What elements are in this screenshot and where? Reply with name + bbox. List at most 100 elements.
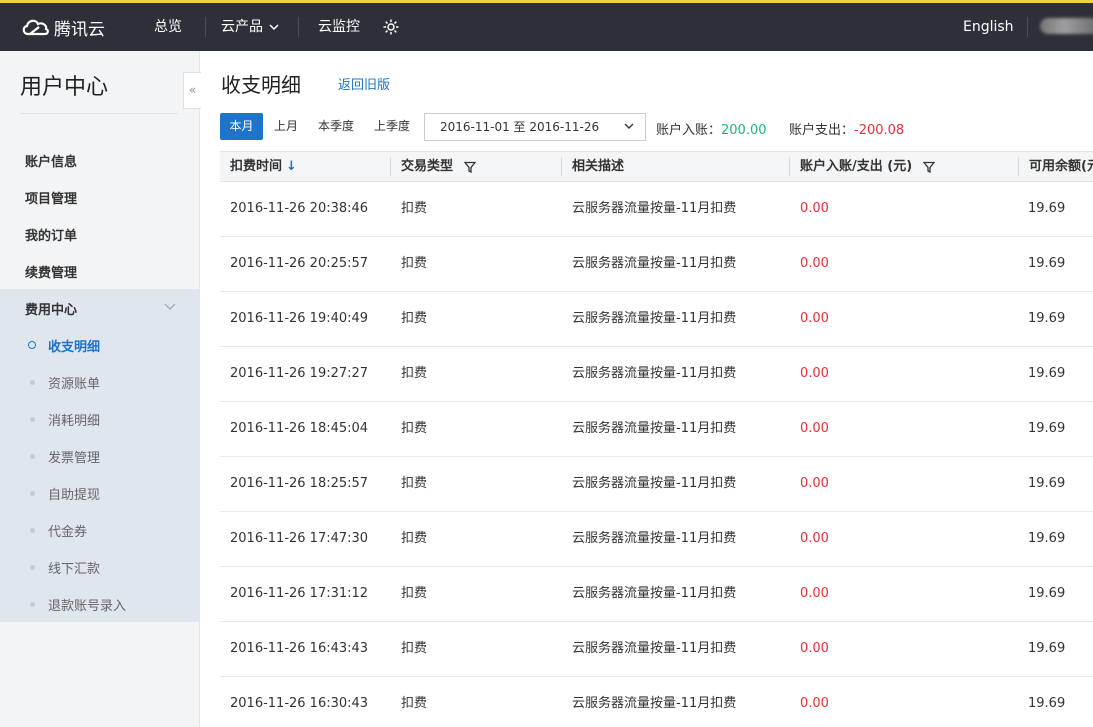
nav-monitor[interactable]: 云监控 (318, 3, 360, 51)
cell-amount: 0.00 (800, 696, 829, 711)
sidebar-collapse-button[interactable]: « (183, 72, 201, 109)
sidebar-item-invoice[interactable]: 发票管理 (48, 447, 100, 466)
table-row: 2016-11-26 17:47:30 扣费 云服务器流量按量-11月扣费 0.… (220, 512, 1093, 567)
table-row: 2016-11-26 19:40:49 扣费 云服务器流量按量-11月扣费 0.… (220, 292, 1093, 347)
sidebar-item-transactions[interactable]: 收支明细 (48, 336, 100, 355)
cell-amount: 0.00 (800, 586, 829, 601)
period-last-quarter-button[interactable]: 上季度 (369, 113, 415, 140)
cell-time: 2016-11-26 16:43:43 (230, 641, 369, 656)
sidebar-group-billing: 费用中心 收支明细 资源账单 消耗明细 发票管理 自助提现 代金券 线下汇款 退… (0, 289, 199, 622)
sidebar-item-offline-remittance[interactable]: 线下汇款 (48, 558, 100, 577)
cell-description: 云服务器流量按量-11月扣费 (572, 421, 737, 436)
nav-divider (1027, 17, 1028, 37)
income-value: 200.00 (721, 123, 767, 138)
top-nav-bar: 腾讯云 总览 云产品 云监控 English (0, 0, 1093, 51)
cell-amount: 0.00 (800, 476, 829, 491)
table-row: 2016-11-26 16:43:43 扣费 云服务器流量按量-11月扣费 0.… (220, 622, 1093, 677)
sidebar-item-consumption[interactable]: 消耗明细 (48, 410, 100, 429)
period-this-month-button[interactable]: 本月 (220, 113, 263, 140)
cell-time: 2016-11-26 17:47:30 (230, 531, 369, 546)
cell-time: 2016-11-26 20:38:46 (230, 201, 369, 216)
gear-icon[interactable] (382, 18, 400, 36)
nav-divider (298, 17, 299, 37)
filter-icon[interactable] (922, 161, 935, 173)
income-label: 账户入账： (656, 123, 722, 138)
nav-products[interactable]: 云产品 (221, 3, 279, 51)
cell-amount: 0.00 (800, 421, 829, 436)
column-header-time[interactable]: 扣费时间 ↓ (220, 152, 390, 181)
double-chevron-left-icon: « (188, 83, 197, 97)
cell-amount: 0.00 (800, 256, 829, 271)
cell-description: 云服务器流量按量-11月扣费 (572, 641, 737, 656)
cell-balance: 19.69 (1028, 531, 1066, 546)
column-header-description: 相关描述 (572, 159, 625, 174)
table-row: 2016-11-26 18:25:57 扣费 云服务器流量按量-11月扣费 0.… (220, 457, 1093, 512)
cell-time: 2016-11-26 19:27:27 (230, 366, 369, 381)
cell-description: 云服务器流量按量-11月扣费 (572, 531, 737, 546)
sidebar-item-vouchers[interactable]: 代金券 (48, 521, 87, 540)
table-row: 2016-11-26 18:45:04 扣费 云服务器流量按量-11月扣费 0.… (220, 402, 1093, 457)
language-switch[interactable]: English (963, 3, 1014, 51)
sidebar-item-my-orders[interactable]: 我的订单 (25, 225, 77, 244)
sidebar: 用户中心 « 账户信息 项目管理 我的订单 续费管理 费用中心 收支明细 资源账… (0, 51, 201, 727)
sidebar-item-withdraw[interactable]: 自助提现 (48, 484, 100, 503)
cell-amount: 0.00 (800, 531, 829, 546)
logo-text: 腾讯云 (54, 19, 105, 40)
sidebar-item-project-management[interactable]: 项目管理 (25, 188, 77, 207)
sidebar-item-resource-bill[interactable]: 资源账单 (48, 373, 100, 392)
cell-time: 2016-11-26 17:31:12 (230, 586, 369, 601)
back-to-old-version-link[interactable]: 返回旧版 (338, 74, 390, 93)
page-title: 收支明细 (221, 73, 301, 97)
period-this-quarter-button[interactable]: 本季度 (313, 113, 359, 140)
bullet-icon (30, 380, 35, 385)
cell-amount: 0.00 (800, 201, 829, 216)
chevron-down-icon (269, 24, 279, 31)
cell-balance: 19.69 (1028, 311, 1066, 326)
period-last-month-button[interactable]: 上月 (268, 113, 304, 140)
bullet-icon (30, 417, 35, 422)
table-header: 扣费时间 ↓ 交易类型 相关描述 账户入账/支出 (元) 可用余额(元 (220, 151, 1093, 182)
nav-divider (205, 17, 206, 37)
column-header-amount[interactable]: 账户入账/支出 (元) (790, 152, 1018, 181)
table-row: 2016-11-26 20:38:46 扣费 云服务器流量按量-11月扣费 0.… (220, 182, 1093, 237)
sidebar-group-billing-header[interactable]: 费用中心 (25, 299, 77, 318)
cell-amount: 0.00 (800, 366, 829, 381)
tencent-cloud-logo[interactable]: 腾讯云 (20, 14, 105, 40)
cell-time: 2016-11-26 16:30:43 (230, 696, 369, 711)
cell-type: 扣费 (401, 421, 428, 436)
cell-balance: 19.69 (1028, 421, 1066, 436)
cell-balance: 19.69 (1028, 366, 1066, 381)
sidebar-item-renewal[interactable]: 续费管理 (25, 262, 77, 281)
nav-overview[interactable]: 总览 (154, 3, 182, 51)
cell-type: 扣费 (401, 586, 428, 601)
cell-type: 扣费 (401, 531, 428, 546)
sidebar-item-account-info[interactable]: 账户信息 (25, 151, 77, 170)
user-account-menu[interactable] (1040, 18, 1093, 34)
cell-description: 云服务器流量按量-11月扣费 (572, 476, 737, 491)
cell-type: 扣费 (401, 476, 428, 491)
column-header-time-label: 扣费时间 (230, 159, 283, 174)
cell-amount: 0.00 (800, 641, 829, 656)
cell-time: 2016-11-26 20:25:57 (230, 256, 369, 271)
sidebar-item-refund-account[interactable]: 退款账号录入 (48, 595, 126, 614)
sidebar-title-divider (20, 113, 178, 114)
table-row: 2016-11-26 16:30:43 扣费 云服务器流量按量-11月扣费 0.… (220, 677, 1093, 727)
cloud-logo-icon (22, 19, 49, 36)
nav-products-label: 云产品 (221, 19, 263, 35)
filter-icon[interactable] (463, 161, 476, 173)
active-ring-icon (28, 341, 36, 349)
cell-type: 扣费 (401, 641, 428, 656)
column-header-type[interactable]: 交易类型 (391, 152, 561, 181)
cell-amount: 0.00 (800, 311, 829, 326)
bullet-icon (30, 602, 35, 607)
bullet-icon (30, 565, 35, 570)
column-header-amount-label: 账户入账/支出 (元) (800, 159, 913, 174)
date-range-picker[interactable]: 2016-11-01 至 2016-11-26 (424, 113, 646, 141)
chevron-down-icon (624, 123, 634, 129)
cell-time: 2016-11-26 18:45:04 (230, 421, 369, 436)
cell-balance: 19.69 (1028, 696, 1066, 711)
chevron-down-icon[interactable] (164, 303, 176, 311)
sort-desc-icon: ↓ (286, 159, 297, 174)
table-row: 2016-11-26 19:27:27 扣费 云服务器流量按量-11月扣费 0.… (220, 347, 1093, 402)
cell-time: 2016-11-26 18:25:57 (230, 476, 369, 491)
